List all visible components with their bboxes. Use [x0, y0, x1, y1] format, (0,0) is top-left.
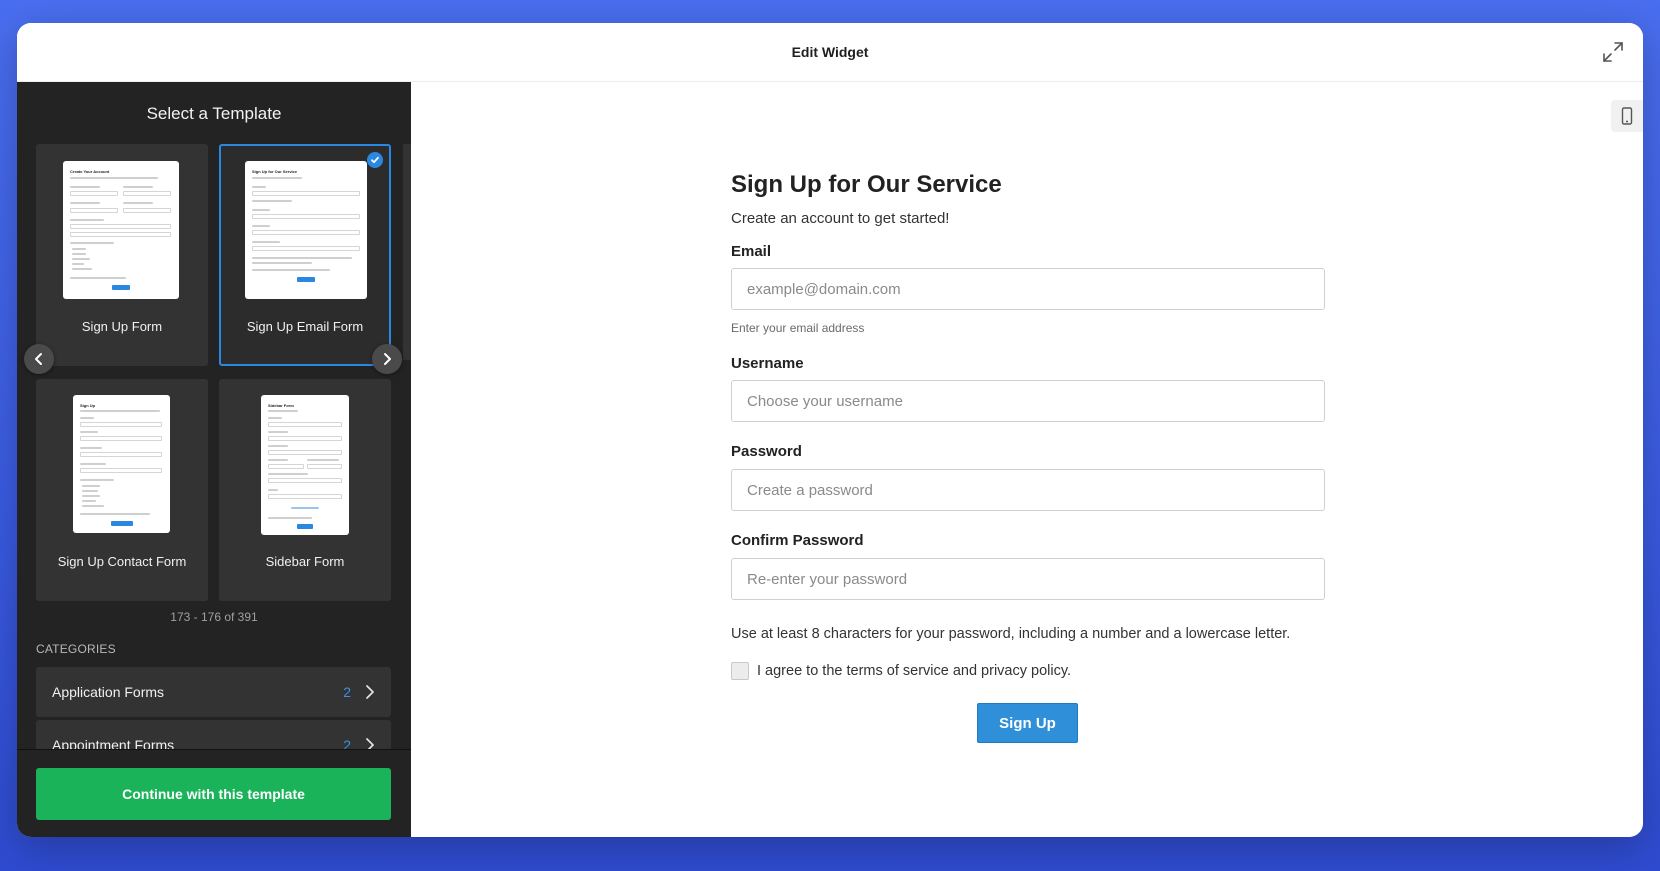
chevron-right-icon: [366, 738, 374, 749]
categories-heading: CATEGORIES: [36, 642, 116, 656]
template-card-sidebar-form[interactable]: Sidebar Form Sidebar Form: [219, 379, 391, 601]
sidebar-footer-divider: [17, 749, 411, 750]
thumbnail-title: Sign Up for Our Service: [252, 169, 298, 174]
mobile-device-icon[interactable]: [1611, 100, 1643, 132]
thumbnail-title: Sign Up: [80, 403, 96, 408]
template-card-label: Sign Up Email Form: [246, 319, 364, 334]
template-card-peek: [403, 144, 411, 360]
modal-title: Edit Widget: [791, 44, 869, 60]
edit-widget-modal: Edit Widget Select a Template Create You…: [17, 23, 1643, 837]
category-item-application-forms[interactable]: Application Forms 2: [36, 667, 391, 717]
category-count: 2: [343, 737, 351, 749]
sidebar-title: Select a Template: [146, 104, 282, 123]
template-sidebar: Select a Template Create Your Account Si…: [17, 82, 411, 837]
terms-checkbox[interactable]: [731, 662, 749, 680]
email-hint: Enter your email address: [731, 321, 865, 335]
template-card-sign-up-contact-form[interactable]: Sign Up Sign Up Contact Form: [36, 379, 208, 601]
password-requirements-text: Use at least 8 characters for your passw…: [731, 626, 1291, 642]
confirm-password-label: Confirm Password: [731, 532, 864, 549]
template-card-sign-up-form[interactable]: Create Your Account Sign Up Form: [36, 144, 208, 366]
modal-header: Edit Widget: [17, 23, 1643, 82]
email-field[interactable]: [731, 268, 1325, 310]
chevron-right-icon: [384, 353, 391, 365]
terms-agreement: I agree to the terms of service and priv…: [731, 662, 1071, 680]
chevron-left-icon: [35, 353, 42, 365]
password-label: Password: [731, 443, 802, 460]
template-card-label: Sidebar Form: [265, 554, 345, 569]
thumbnail-title: Create Your Account: [70, 169, 110, 174]
username-label: Username: [731, 355, 804, 372]
template-thumbnail: Create Your Account: [63, 161, 179, 299]
sign-up-button[interactable]: Sign Up: [977, 703, 1078, 743]
username-field[interactable]: [731, 380, 1325, 422]
form-preview: Sign Up for Our Service Create an accoun…: [411, 82, 1643, 837]
category-label: Application Forms: [52, 684, 165, 700]
template-card-label: Sign Up Contact Form: [57, 554, 187, 569]
template-thumbnail: Sign Up for Our Service: [245, 161, 367, 299]
category-list-overflow: Appointment Forms 2: [17, 712, 411, 749]
continue-with-template-button[interactable]: Continue with this template: [36, 768, 391, 820]
template-thumbnail: Sign Up: [73, 395, 170, 533]
template-card-sign-up-email-form[interactable]: Sign Up for Our Service Sign Up Email Fo…: [219, 144, 391, 366]
template-card-label: Sign Up Form: [81, 319, 163, 334]
confirm-password-field[interactable]: [731, 558, 1325, 600]
carousel-prev-button[interactable]: [24, 344, 54, 374]
template-thumbnail: Sidebar Form: [261, 395, 349, 535]
terms-label: I agree to the terms of service and priv…: [757, 663, 1072, 679]
category-item-appointment-forms[interactable]: Appointment Forms 2: [36, 720, 391, 749]
form-subtitle: Create an account to get started!: [731, 210, 950, 227]
chevron-right-icon: [366, 685, 374, 699]
category-count: 2: [343, 684, 351, 700]
category-label: Appointment Forms: [52, 737, 175, 749]
carousel-next-button[interactable]: [372, 344, 402, 374]
form-title: Sign Up for Our Service: [731, 171, 1002, 198]
selected-check-icon: [367, 152, 383, 168]
password-field[interactable]: [731, 469, 1325, 511]
expand-icon[interactable]: [1601, 40, 1625, 64]
pagination-text: 173 - 176 of 391: [170, 610, 258, 624]
thumbnail-title: Sidebar Form: [268, 403, 294, 408]
email-label: Email: [731, 243, 772, 260]
